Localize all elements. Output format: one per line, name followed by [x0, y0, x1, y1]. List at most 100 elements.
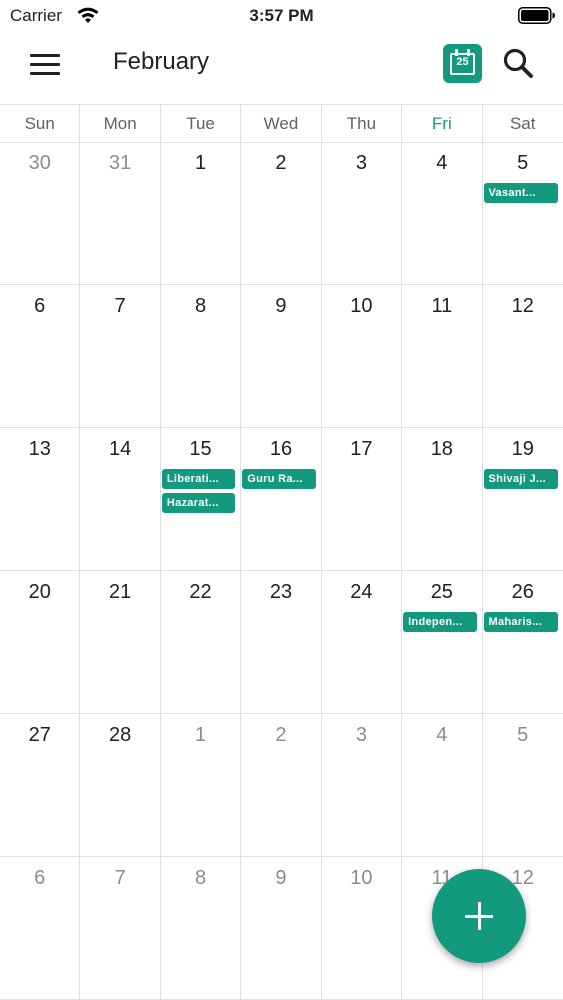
day-cell[interactable]: 31: [80, 142, 161, 285]
event-chip[interactable]: Indepen...: [403, 612, 477, 632]
event-chip[interactable]: Hazarat...: [161, 493, 236, 513]
event-list: Indepen...: [402, 612, 481, 632]
day-cell[interactable]: 27: [0, 714, 81, 857]
day-cell[interactable]: 7: [80, 857, 161, 1000]
day-cell[interactable]: 24: [321, 571, 403, 714]
day-number: 3: [355, 724, 367, 746]
day-number: 9: [275, 867, 287, 889]
day-cell[interactable]: 8: [160, 285, 242, 428]
day-number: 28: [109, 724, 132, 746]
day-number: 3: [355, 152, 367, 174]
day-cell[interactable]: 3: [321, 142, 403, 285]
day-cell[interactable]: 23: [241, 571, 322, 714]
day-number: 1: [194, 152, 207, 174]
day-cell[interactable]: 4: [402, 714, 483, 857]
day-cell[interactable]: 26 Maharis...: [482, 571, 563, 714]
day-cell[interactable]: 8: [160, 857, 242, 1000]
day-cell[interactable]: 1: [160, 142, 242, 285]
day-cell[interactable]: 5: [482, 714, 563, 857]
day-cell[interactable]: 14: [80, 428, 161, 571]
day-number: 21: [109, 581, 132, 603]
day-cell[interactable]: 3: [321, 714, 403, 857]
day-cell[interactable]: 7: [80, 285, 161, 428]
event-list: Vasant...: [483, 183, 563, 203]
day-cell[interactable]: 22: [160, 571, 242, 714]
day-cell[interactable]: 2: [241, 714, 322, 857]
app-header: February 25: [0, 32, 563, 102]
day-cell[interactable]: 5 Vasant...: [482, 142, 563, 285]
day-number: 25: [430, 581, 453, 603]
weekday-label-thu: Thu: [321, 105, 403, 143]
event-list: Guru Ra...: [241, 469, 320, 489]
day-number: 4: [436, 724, 448, 746]
day-number: 31: [109, 152, 132, 174]
day-cell[interactable]: 2: [241, 142, 322, 285]
status-bar: Carrier 3:57 PM: [0, 0, 563, 32]
weekday-label-wed: Wed: [241, 105, 322, 143]
weekday-label-tue: Tue: [160, 105, 242, 143]
day-number: 12: [511, 295, 534, 317]
day-number: 10: [350, 867, 373, 889]
day-cell[interactable]: 13: [0, 428, 81, 571]
event-chip[interactable]: Shivaji J...: [483, 469, 558, 489]
event-list: Liberati... Hazarat...: [161, 469, 240, 513]
day-cell[interactable]: 9: [241, 285, 322, 428]
today-button[interactable]: 25: [443, 44, 482, 83]
search-icon[interactable]: [500, 45, 538, 83]
day-cell[interactable]: 12: [482, 285, 563, 428]
day-number: 26: [511, 581, 534, 603]
week-row: 20 21 22 23 24 25 Indepen... 26 Maharis...: [0, 571, 563, 714]
day-cell[interactable]: 16 Guru Ra...: [241, 428, 322, 571]
day-number: 11: [431, 295, 453, 317]
status-time: 3:57 PM: [249, 6, 314, 25]
day-cell[interactable]: 25 Indepen...: [402, 571, 483, 714]
day-cell[interactable]: 30: [0, 142, 81, 285]
week-row: 13 14 15 Liberati... Hazarat... 16 Guru Ra... 1…: [0, 428, 563, 571]
day-number: 22: [189, 581, 212, 603]
day-cell[interactable]: 9: [241, 857, 322, 1000]
day-number: 2: [275, 724, 287, 746]
week-row: 27 28 1 2 3 4 5: [0, 714, 563, 857]
day-cell[interactable]: 10: [321, 285, 403, 428]
add-event-button[interactable]: [432, 869, 526, 963]
day-cell[interactable]: 21: [80, 571, 161, 714]
day-number: 19: [511, 438, 534, 460]
weekday-label-sun: Sun: [0, 105, 81, 143]
day-cell[interactable]: 11: [402, 285, 483, 428]
day-cell[interactable]: 28: [80, 714, 161, 857]
day-number: 9: [275, 295, 287, 317]
day-number: 4: [436, 152, 448, 174]
day-number: 27: [28, 724, 51, 746]
battery-icon: [518, 7, 555, 24]
day-cell[interactable]: 4: [402, 142, 483, 285]
day-number: 10: [350, 295, 373, 317]
event-chip[interactable]: Guru Ra...: [242, 469, 316, 489]
day-cell[interactable]: 17: [321, 428, 403, 571]
day-number: 24: [350, 581, 373, 603]
weekday-label-sat: Sat: [482, 105, 563, 143]
day-number: 8: [194, 867, 207, 889]
day-cell[interactable]: 18: [402, 428, 483, 571]
month-title: February: [113, 48, 210, 75]
day-cell[interactable]: 10: [321, 857, 403, 1000]
day-number: 13: [28, 438, 51, 460]
day-cell[interactable]: 19 Shivaji J...: [482, 428, 563, 571]
day-cell[interactable]: 20: [0, 571, 81, 714]
day-number: 30: [28, 152, 51, 174]
weekday-header: Sun Mon Tue Wed Thu Fri Sat: [0, 104, 563, 143]
day-cell[interactable]: 6: [0, 857, 81, 1000]
event-chip[interactable]: Vasant...: [483, 183, 558, 203]
day-cell[interactable]: 15 Liberati... Hazarat...: [160, 428, 242, 571]
day-number: 2: [275, 152, 287, 174]
day-number: 1: [194, 724, 207, 746]
day-number: 8: [194, 295, 207, 317]
day-cell[interactable]: 6: [0, 285, 81, 428]
event-chip[interactable]: Liberati...: [161, 469, 236, 489]
day-number: 5: [517, 152, 529, 174]
event-chip[interactable]: Maharis...: [483, 612, 558, 632]
hamburger-menu-icon[interactable]: [28, 49, 62, 79]
event-list: Shivaji J...: [483, 469, 563, 489]
today-day-number: 25: [456, 56, 469, 68]
day-number: 20: [28, 581, 51, 603]
day-cell[interactable]: 1: [160, 714, 242, 857]
